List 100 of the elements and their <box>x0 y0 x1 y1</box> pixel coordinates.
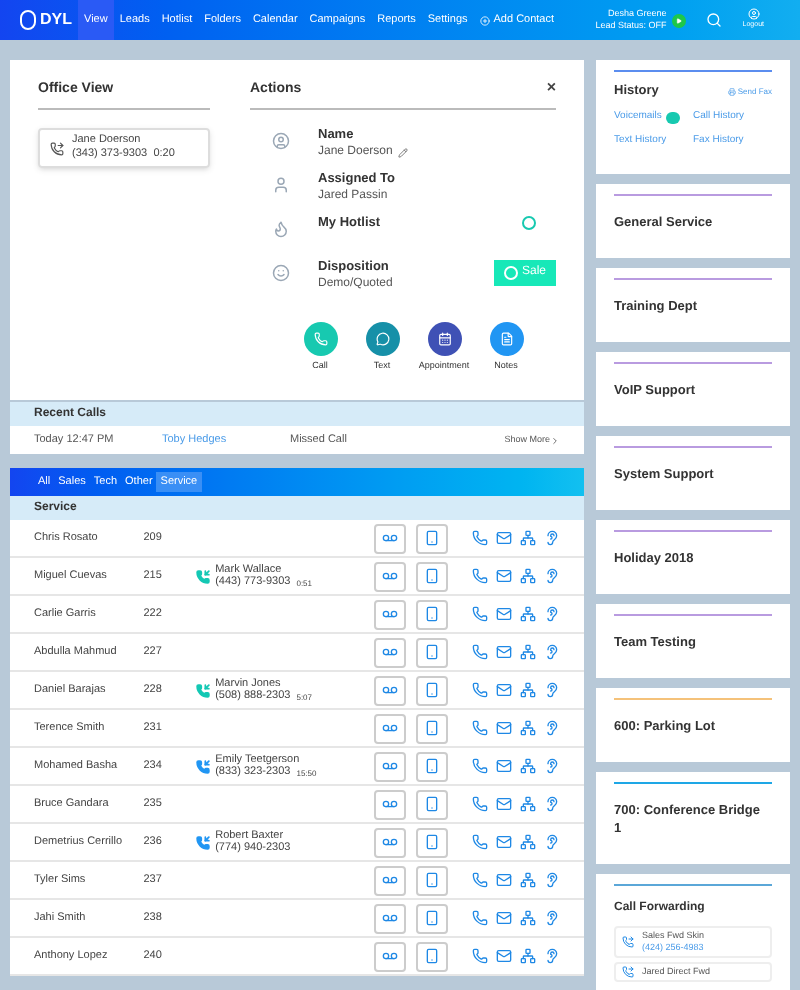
phone-icon <box>313 332 327 346</box>
ear-icon[interactable] <box>543 644 560 660</box>
smiley-icon <box>271 264 289 282</box>
voicemail-transfer-button[interactable] <box>374 827 407 857</box>
voicemail-transfer-button[interactable] <box>374 713 407 743</box>
phone-icon[interactable] <box>471 682 488 698</box>
mobile-transfer-button[interactable] <box>416 827 448 857</box>
voicemail-icon <box>382 530 399 546</box>
envelope-icon[interactable] <box>495 568 512 584</box>
person-icon <box>271 176 289 194</box>
mobile-phone-icon <box>424 568 441 584</box>
mobile-transfer-button[interactable] <box>416 599 448 629</box>
network-icon[interactable] <box>519 948 536 964</box>
phone-icon[interactable] <box>471 910 488 926</box>
mobile-transfer-button[interactable] <box>416 751 448 781</box>
network-icon[interactable] <box>519 530 536 546</box>
phone-icon[interactable] <box>471 606 488 622</box>
mobile-transfer-button[interactable] <box>416 637 448 667</box>
network-icon[interactable] <box>519 834 536 850</box>
phone-icon[interactable] <box>471 872 488 888</box>
voicemail-transfer-button[interactable] <box>374 865 407 895</box>
mobile-transfer-button[interactable] <box>416 789 448 819</box>
envelope-icon[interactable] <box>495 872 512 888</box>
mobile-transfer-button[interactable] <box>416 561 448 591</box>
ear-icon[interactable] <box>543 910 560 926</box>
person-circle-icon <box>271 132 289 150</box>
network-icon[interactable] <box>519 872 536 888</box>
action-button[interactable] <box>427 322 461 356</box>
status-toggle[interactable] <box>672 13 687 27</box>
mobile-phone-icon <box>424 834 441 850</box>
ear-icon[interactable] <box>543 568 560 584</box>
voicemail-transfer-button[interactable] <box>374 675 407 705</box>
network-icon[interactable] <box>519 910 536 926</box>
mobile-transfer-button[interactable] <box>416 903 448 933</box>
phone-icon[interactable] <box>471 720 488 736</box>
voicemail-transfer-button[interactable] <box>374 941 407 971</box>
ear-icon[interactable] <box>543 796 560 812</box>
voicemail-transfer-button[interactable] <box>374 561 407 591</box>
ear-icon[interactable] <box>543 872 560 888</box>
ear-icon[interactable] <box>543 834 560 850</box>
network-icon[interactable] <box>519 720 536 736</box>
mobile-phone-icon <box>424 872 441 888</box>
phone-icon[interactable] <box>471 948 488 964</box>
phone-icon[interactable] <box>471 758 488 774</box>
mobile-transfer-button[interactable] <box>416 675 448 705</box>
envelope-icon[interactable] <box>495 834 512 850</box>
envelope-icon[interactable] <box>495 910 512 926</box>
voicemail-icon <box>382 834 399 850</box>
search-icon[interactable] <box>706 12 723 28</box>
voicemail-transfer-button[interactable] <box>374 637 407 667</box>
envelope-icon[interactable] <box>495 758 512 774</box>
mobile-transfer-button[interactable] <box>416 523 448 553</box>
phone-forward-icon <box>50 141 64 155</box>
phone-forward-icon <box>622 936 634 948</box>
mobile-transfer-button[interactable] <box>416 941 448 971</box>
phone-icon[interactable] <box>471 568 488 584</box>
ear-icon[interactable] <box>543 720 560 736</box>
phone-icon[interactable] <box>471 644 488 660</box>
envelope-icon[interactable] <box>495 644 512 660</box>
mobile-phone-icon <box>424 758 441 774</box>
ear-icon[interactable] <box>543 758 560 774</box>
calendar-icon <box>437 332 451 346</box>
voicemail-icon <box>382 720 399 736</box>
mobile-transfer-button[interactable] <box>416 713 448 743</box>
envelope-icon[interactable] <box>495 530 512 546</box>
pencil-icon[interactable] <box>398 148 409 158</box>
network-icon[interactable] <box>519 644 536 660</box>
network-icon[interactable] <box>519 682 536 698</box>
ear-icon[interactable] <box>543 606 560 622</box>
voicemail-badge <box>665 111 680 123</box>
envelope-icon[interactable] <box>495 796 512 812</box>
user-circle-icon[interactable] <box>747 8 760 21</box>
envelope-icon[interactable] <box>495 682 512 698</box>
envelope-icon[interactable] <box>495 720 512 736</box>
phone-icon[interactable] <box>471 796 488 812</box>
action-button[interactable] <box>365 322 399 356</box>
voicemail-transfer-button[interactable] <box>374 751 407 781</box>
envelope-icon[interactable] <box>495 948 512 964</box>
mobile-transfer-button[interactable] <box>416 865 448 895</box>
phone-icon[interactable] <box>471 530 488 546</box>
action-button[interactable] <box>489 322 523 356</box>
envelope-icon[interactable] <box>495 606 512 622</box>
mobile-phone-icon <box>424 682 441 698</box>
network-icon[interactable] <box>519 568 536 584</box>
mobile-phone-icon <box>424 910 441 926</box>
ear-icon[interactable] <box>543 948 560 964</box>
voicemail-transfer-button[interactable] <box>374 599 407 629</box>
voicemail-transfer-button[interactable] <box>374 789 407 819</box>
network-icon[interactable] <box>519 606 536 622</box>
phone-icon[interactable] <box>471 834 488 850</box>
voicemail-transfer-button[interactable] <box>374 523 407 553</box>
voicemail-icon <box>382 872 399 888</box>
hotlist-toggle[interactable] <box>522 216 536 230</box>
voicemail-transfer-button[interactable] <box>374 903 407 933</box>
ear-icon[interactable] <box>543 530 560 546</box>
close-button[interactable]: × <box>546 80 556 96</box>
network-icon[interactable] <box>519 758 536 774</box>
chat-bubble-icon <box>375 332 389 346</box>
ear-icon[interactable] <box>543 682 560 698</box>
network-icon[interactable] <box>519 796 536 812</box>
